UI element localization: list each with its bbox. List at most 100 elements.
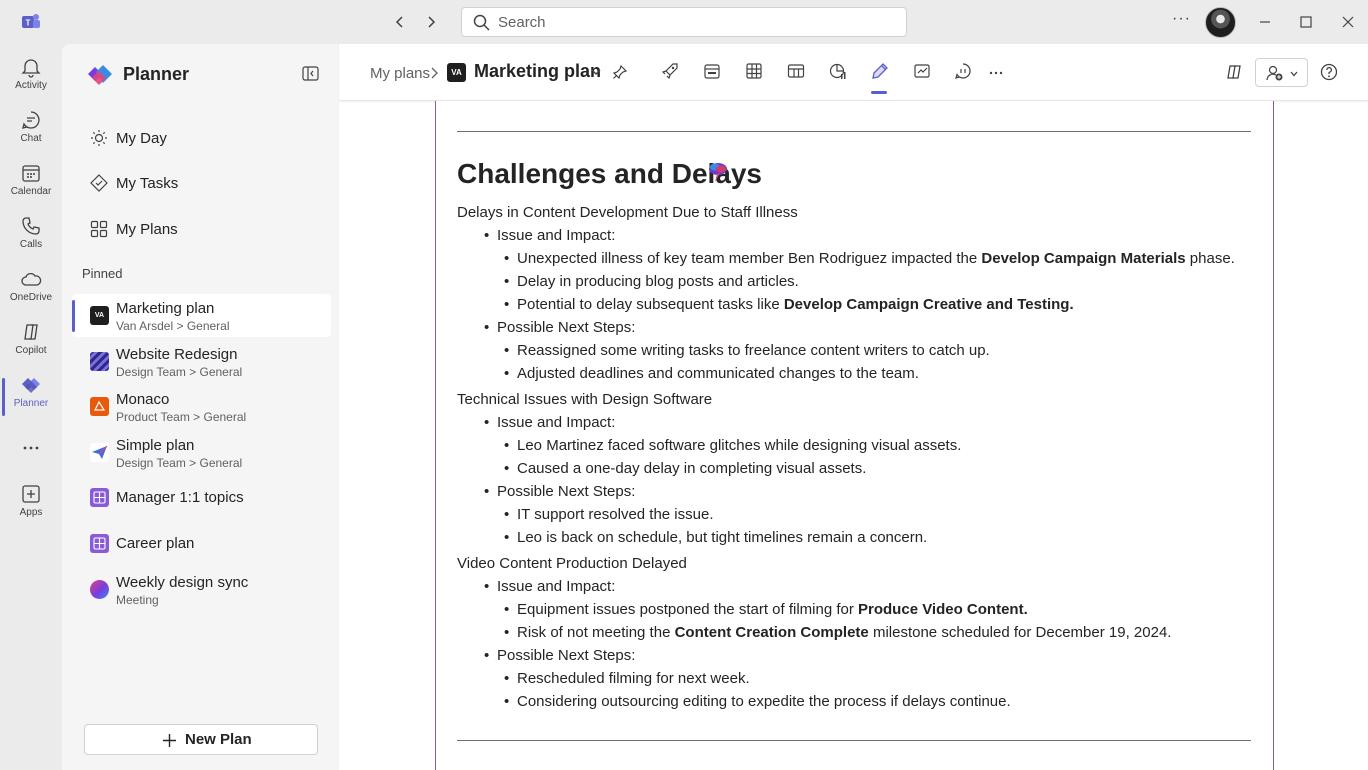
milestone-reference[interactable]: Content Creation Complete: [675, 624, 869, 641]
close-button[interactable]: [1338, 12, 1358, 32]
title-bar: T Search ···: [0, 0, 1368, 44]
plan-name: Weekly design sync: [116, 574, 249, 591]
list-item: IT support resolved the issue.: [504, 506, 713, 523]
chevron-down-icon: [1290, 71, 1298, 77]
collapse-panel-icon[interactable]: [302, 66, 319, 81]
plan-item-career-plan[interactable]: Career plan: [72, 522, 331, 565]
plan-item-marketing-plan[interactable]: VA Marketing plan Van Arsdel > General: [72, 294, 331, 337]
plan-item-weekly-design-sync[interactable]: Weekly design sync Meeting: [72, 568, 331, 611]
list-item: Equipment issues postponed the start of …: [504, 601, 1028, 618]
plan-name: Monaco: [116, 391, 170, 408]
list-item: Possible Next Steps:: [484, 319, 635, 336]
chevron-down-icon[interactable]: [590, 66, 602, 78]
list-item: Adjusted deadlines and communicated chan…: [504, 365, 919, 382]
schedule-icon: [704, 64, 720, 79]
view-notes-button[interactable]: [913, 62, 933, 82]
rail-item-onedrive[interactable]: OneDrive: [0, 268, 62, 320]
more-icon: [989, 71, 1003, 75]
view-board-button[interactable]: [787, 62, 807, 82]
pin-icon[interactable]: [612, 64, 628, 80]
forward-button[interactable]: [421, 12, 441, 32]
plus-icon: [163, 734, 176, 747]
plan-avatar: [90, 443, 109, 462]
conversation-icon: [955, 63, 971, 79]
plan-avatar: [90, 352, 109, 371]
nav-label: My Tasks: [116, 175, 179, 192]
plan-name: Manager 1:1 topics: [116, 489, 244, 506]
view-loop-button[interactable]: [871, 62, 891, 94]
rail-label: OneDrive: [9, 292, 53, 303]
plan-item-website-redesign[interactable]: Website Redesign Design Team > General: [72, 340, 331, 383]
search-icon: [473, 14, 490, 31]
list-item: Unexpected illness of key team member Be…: [504, 250, 1235, 267]
plan-name: Career plan: [116, 535, 195, 552]
list-item: Leo Martinez faced software glitches whi…: [504, 437, 961, 454]
rail-item-more[interactable]: [0, 437, 62, 489]
plan-item-simple-plan[interactable]: Simple plan Design Team > General: [72, 431, 331, 474]
add-person-icon: [1266, 65, 1283, 81]
share-button[interactable]: [1255, 58, 1308, 87]
view-conversation-button[interactable]: [954, 62, 974, 82]
rail-label: Chat: [20, 133, 42, 144]
pinned-section-label: Pinned: [82, 266, 123, 281]
task-reference[interactable]: Develop Campaign Creative and Testing.: [784, 296, 1074, 313]
list-item: Risk of not meeting the Content Creation…: [504, 624, 1172, 641]
section-heading: Video Content Production Delayed: [457, 555, 687, 572]
list-item: Considering outsourcing editing to exped…: [504, 693, 1011, 710]
avatar[interactable]: [1205, 7, 1236, 38]
rail-item-calendar[interactable]: Calendar: [0, 162, 62, 214]
plan-subtitle: Van Arsdel > General: [116, 319, 230, 333]
rail-item-chat[interactable]: Chat: [0, 109, 62, 161]
search-input[interactable]: Search: [461, 7, 907, 37]
more-views-button[interactable]: [987, 62, 1005, 85]
plan-item-monaco[interactable]: Monaco Product Team > General: [72, 385, 331, 428]
rail-item-planner[interactable]: Planner: [0, 374, 62, 426]
planner-logo-icon: [88, 65, 112, 85]
list-item: Issue and Impact:: [484, 227, 615, 244]
view-schedule-button[interactable]: [703, 62, 723, 82]
bell-icon: [21, 59, 41, 78]
task-reference[interactable]: Develop Campaign Materials: [981, 250, 1185, 267]
copilot-icon: [24, 324, 38, 340]
text-span: phase.: [1185, 250, 1235, 267]
minimize-button[interactable]: [1255, 12, 1275, 32]
list-item: Leo is back on schedule, but tight timel…: [504, 529, 927, 546]
more-icon: [23, 446, 39, 450]
teams-logo-icon[interactable]: T: [20, 11, 42, 33]
chevron-right-icon: [431, 67, 438, 79]
rail-item-apps[interactable]: Apps: [0, 483, 62, 535]
new-plan-button[interactable]: New Plan: [84, 724, 318, 755]
add-app-icon: [22, 485, 40, 503]
view-grid-button[interactable]: [745, 62, 765, 82]
maximize-button[interactable]: [1296, 12, 1316, 32]
loop-document[interactable]: Challenges and Delays Delays in Content …: [435, 101, 1274, 770]
svg-text:T: T: [26, 19, 31, 28]
rail-item-copilot[interactable]: Copilot: [0, 321, 62, 373]
close-icon: [1342, 16, 1354, 28]
rocket-icon: [661, 63, 678, 80]
page-title[interactable]: Marketing plan: [474, 61, 601, 82]
rail-item-calls[interactable]: Calls: [0, 215, 62, 267]
board-icon: [93, 537, 106, 550]
product-icon: [94, 400, 106, 411]
section-heading: Technical Issues with Design Software: [457, 391, 713, 408]
rail-item-activity[interactable]: Activity: [0, 56, 62, 108]
settings-more-button[interactable]: ···: [1172, 10, 1191, 28]
help-button[interactable]: [1319, 62, 1339, 82]
plan-subtitle: Design Team > General: [116, 456, 243, 470]
view-charts-button[interactable]: [829, 62, 849, 82]
text-span: Unexpected illness of key team member Be…: [517, 250, 982, 267]
view-goals-button[interactable]: [661, 62, 681, 82]
plan-name: Website Redesign: [116, 346, 238, 363]
copilot-button[interactable]: [1224, 62, 1244, 82]
maximize-icon: [1300, 16, 1312, 28]
back-button[interactable]: [390, 12, 410, 32]
breadcrumb-my-plans[interactable]: My plans: [370, 65, 430, 82]
text-span: milestone scheduled for December 19, 202…: [868, 624, 1172, 641]
plane-icon: [92, 445, 108, 459]
plan-item-manager-topics[interactable]: Manager 1:1 topics: [72, 476, 331, 519]
task-reference[interactable]: Produce Video Content.: [858, 601, 1028, 618]
minimize-icon: [1260, 21, 1270, 23]
planner-icon: [22, 378, 40, 393]
rail-label: Activity: [15, 80, 47, 91]
